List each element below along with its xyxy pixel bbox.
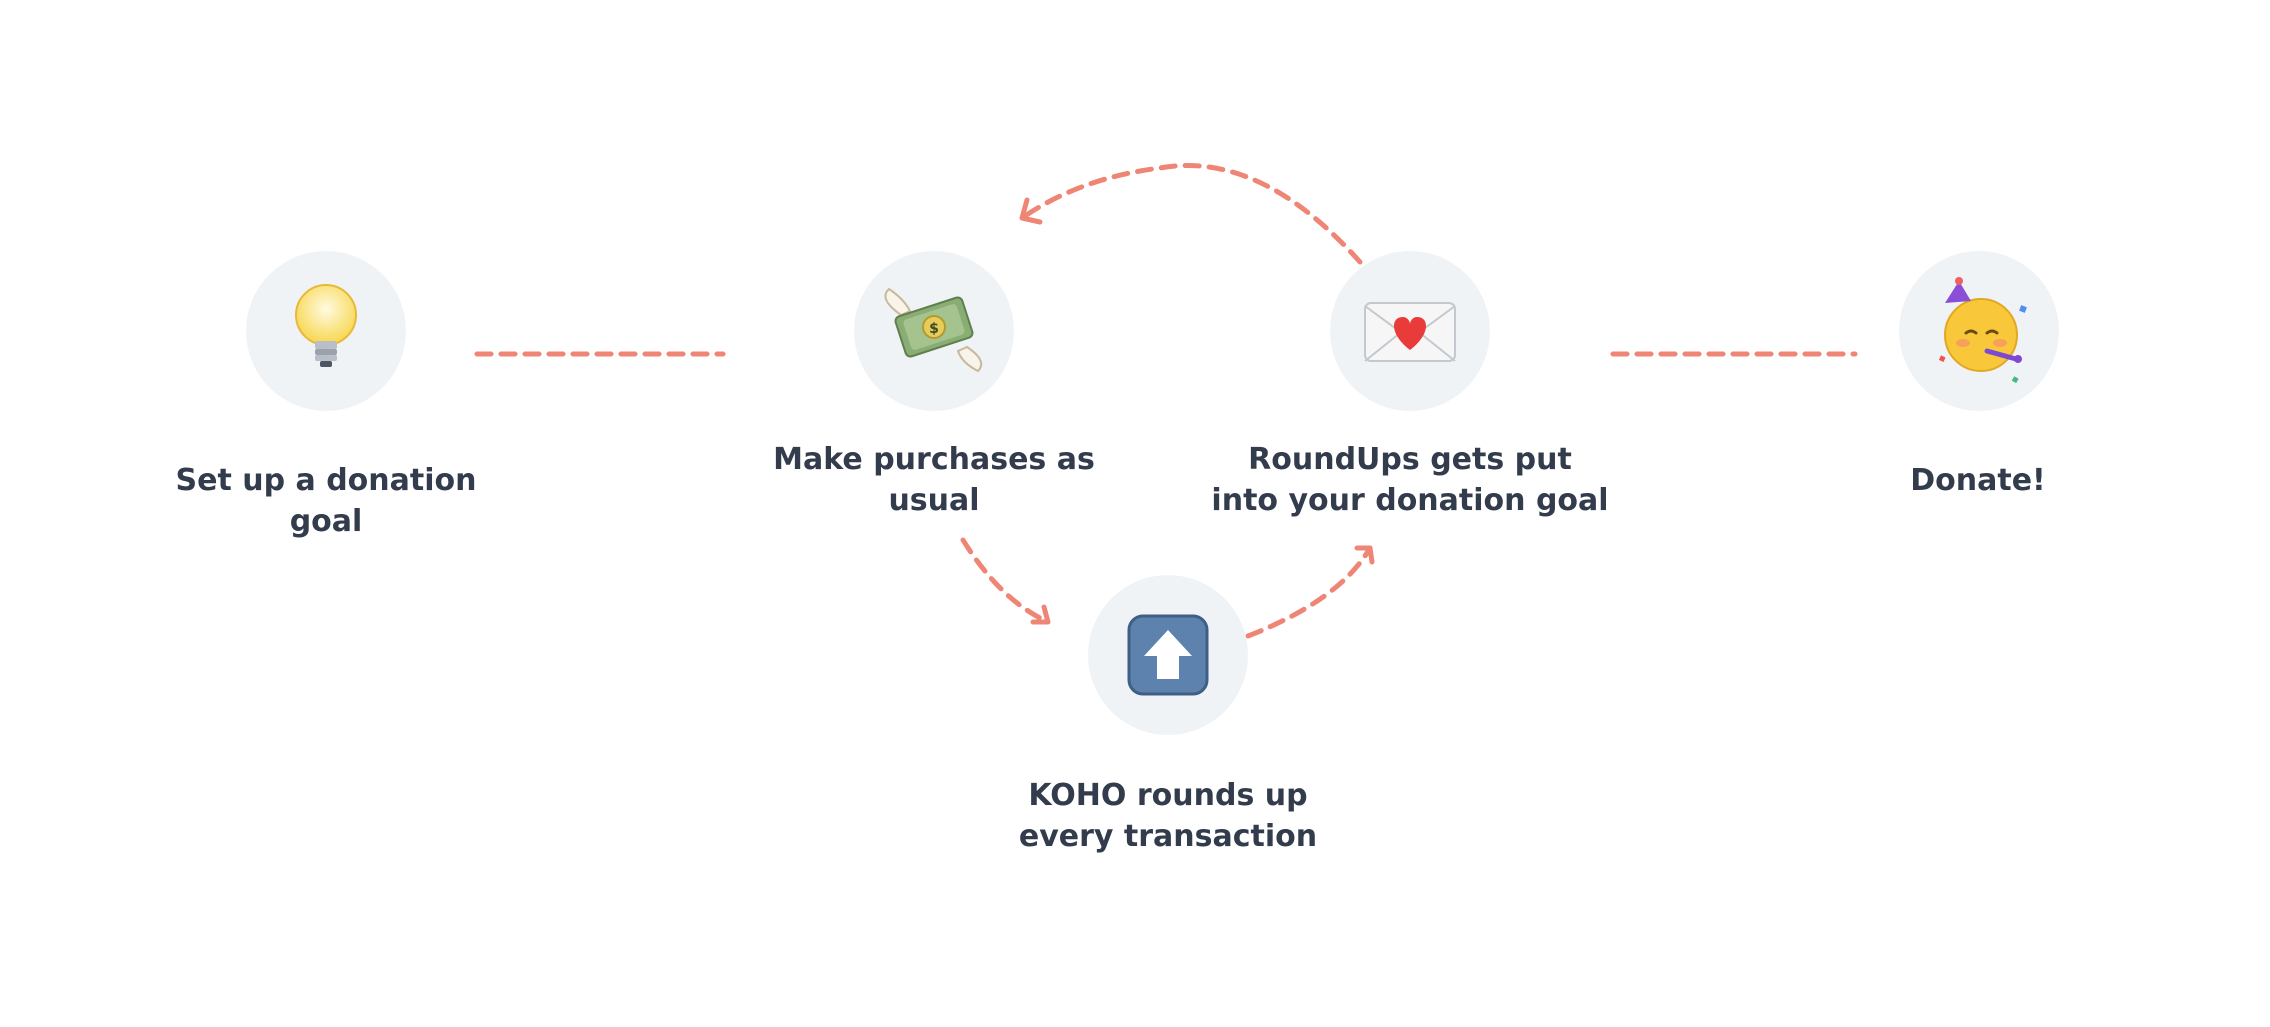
lightbulb-icon (295, 284, 357, 367)
step-5-label: Donate! (1910, 463, 2046, 498)
money-with-wings-icon: $ (884, 287, 983, 373)
curved-connector-step3-to-step4 (1245, 545, 1373, 639)
svg-text:$: $ (929, 321, 939, 337)
partying-face-icon (1938, 277, 2027, 384)
step-3-node (1088, 575, 1248, 735)
step-2-node: $ (854, 251, 1014, 411)
step-4-label: RoundUps gets put into your donation goa… (1211, 442, 1609, 518)
curved-connector-step2-to-step3 (960, 537, 1051, 625)
up-arrow-icon (1127, 614, 1209, 696)
curved-connector-step4-to-step2 (1019, 163, 1363, 265)
step-3-label: KOHO rounds up every transaction (1018, 778, 1318, 854)
step-1-node (246, 251, 406, 411)
step-1-label: Set up a donation goal (175, 463, 477, 539)
step-5-node (1899, 251, 2059, 411)
love-letter-icon (1364, 302, 1456, 362)
step-4-node (1330, 251, 1490, 411)
step-2-label: Make purchases as usual (773, 442, 1095, 518)
